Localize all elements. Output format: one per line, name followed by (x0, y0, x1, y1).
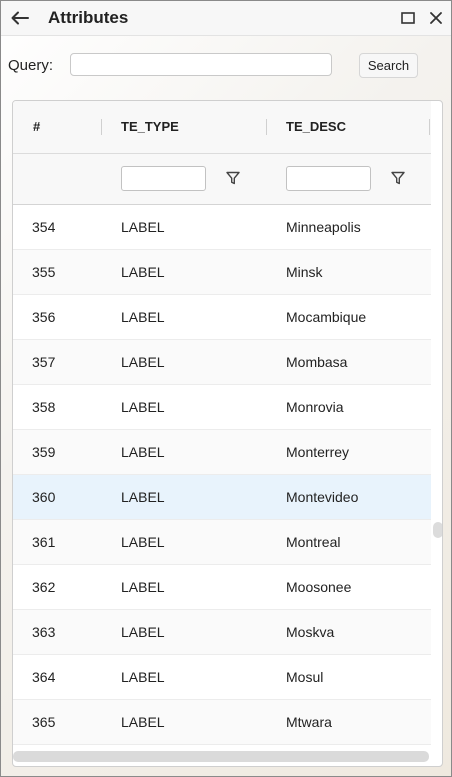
table-row[interactable]: 355 LABEL Minsk (13, 250, 431, 295)
column-resize-handle[interactable] (429, 119, 430, 135)
table-header: # TE_TYPE TE_DESC (13, 101, 431, 154)
maximize-icon (401, 12, 415, 24)
search-button[interactable]: Search (359, 53, 418, 78)
table-row[interactable]: 361 LABEL Montreal (13, 520, 431, 565)
cell-number: 357 (32, 354, 56, 370)
cell-te-type: LABEL (121, 624, 165, 640)
te-type-filter-input[interactable] (121, 166, 206, 191)
close-button[interactable] (428, 10, 444, 26)
cell-te-type: LABEL (121, 669, 165, 685)
table-row[interactable]: 360 LABEL Montevideo (13, 475, 431, 520)
cell-te-type: LABEL (121, 309, 165, 325)
cell-te-desc: Mosul (286, 669, 324, 685)
cell-te-desc: Monterrey (286, 444, 350, 460)
filter-icon[interactable] (225, 170, 241, 186)
table-row[interactable]: 364 LABEL Mosul (13, 655, 431, 700)
cell-number: 364 (32, 669, 56, 685)
cell-number: 362 (32, 579, 56, 595)
cell-number: 354 (32, 219, 56, 235)
cell-te-desc: Mtwara (286, 714, 332, 730)
cell-te-desc: Moosonee (286, 579, 352, 595)
table-row[interactable]: 359 LABEL Monterrey (13, 430, 431, 475)
back-button[interactable] (9, 8, 31, 28)
cell-te-desc: Montevideo (286, 489, 359, 505)
query-label: Query: (8, 57, 54, 74)
cell-te-type: LABEL (121, 579, 165, 595)
cell-number: 363 (32, 624, 56, 640)
table-row[interactable]: 354 LABEL Minneapolis (13, 205, 431, 250)
cell-te-desc: Monrovia (286, 399, 344, 415)
te-desc-filter-input[interactable] (286, 166, 371, 191)
cell-te-desc: Moskva (286, 624, 335, 640)
cell-te-type: LABEL (121, 399, 165, 415)
cell-number: 356 (32, 309, 56, 325)
table-row[interactable]: 365 LABEL Mtwara (13, 700, 431, 745)
column-resize-handle[interactable] (101, 119, 102, 135)
cell-te-desc: Mombasa (286, 354, 348, 370)
cell-te-type: LABEL (121, 264, 165, 280)
cell-te-desc: Montreal (286, 534, 341, 550)
cell-te-type: LABEL (121, 354, 165, 370)
table-row[interactable]: 362 LABEL Moosonee (13, 565, 431, 610)
horizontal-scrollbar-thumb[interactable] (13, 751, 429, 762)
table-row[interactable]: 363 LABEL Moskva (13, 610, 431, 655)
cell-te-desc: Mocambique (286, 309, 367, 325)
column-resize-handle[interactable] (266, 119, 267, 135)
cell-number: 359 (32, 444, 56, 460)
arrow-left-icon (11, 11, 29, 25)
maximize-button[interactable] (400, 10, 416, 26)
attributes-table: # TE_TYPE TE_DESC 354 LABEL Minneapolis 355… (12, 100, 443, 767)
cell-te-type: LABEL (121, 444, 165, 460)
cell-number: 360 (32, 489, 56, 505)
cell-te-type: LABEL (121, 219, 165, 235)
cell-number: 361 (32, 534, 56, 550)
column-header-te-desc[interactable]: TE_DESC (286, 119, 346, 134)
cell-te-type: LABEL (121, 534, 165, 550)
close-icon (430, 12, 442, 24)
column-header-te-type[interactable]: TE_TYPE (121, 119, 179, 134)
cell-te-type: LABEL (121, 714, 165, 730)
cell-number: 355 (32, 264, 56, 280)
title-bar: Attributes (1, 1, 451, 36)
window-title: Attributes (48, 8, 129, 27)
cell-number: 365 (32, 714, 56, 730)
cell-number: 358 (32, 399, 56, 415)
table-row[interactable]: 358 LABEL Monrovia (13, 385, 431, 430)
cell-te-type: LABEL (121, 489, 165, 505)
column-header-number[interactable]: # (33, 119, 40, 134)
query-input[interactable] (70, 53, 332, 76)
table-body: 354 LABEL Minneapolis 355 LABEL Minsk 356 LABEL… (13, 205, 431, 745)
attributes-window: Attributes Query: Search # TE_TYPE TE_DE… (0, 0, 452, 777)
filter-row (13, 154, 431, 205)
vertical-scrollbar-thumb[interactable] (433, 522, 442, 538)
cell-te-desc: Minneapolis (286, 219, 361, 235)
cell-te-desc: Minsk (286, 264, 323, 280)
table-row[interactable]: 356 LABEL Mocambique (13, 295, 431, 340)
filter-icon[interactable] (390, 170, 406, 186)
table-row[interactable]: 357 LABEL Mombasa (13, 340, 431, 385)
